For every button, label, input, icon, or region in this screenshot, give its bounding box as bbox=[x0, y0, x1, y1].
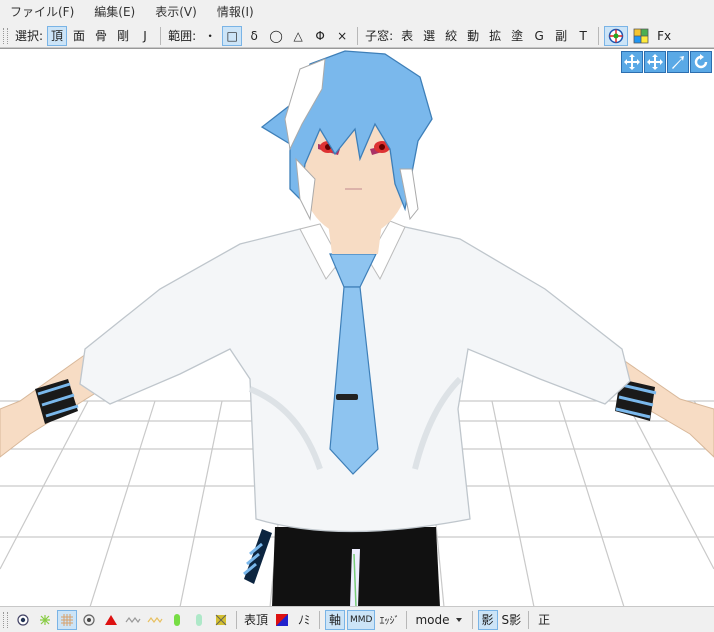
select-rigid-button[interactable]: 剛 bbox=[113, 26, 133, 46]
mode-label: mode bbox=[415, 612, 450, 627]
view-navigation bbox=[621, 51, 712, 73]
mint-capsule-icon bbox=[196, 613, 202, 626]
capsule-mode-button[interactable] bbox=[167, 610, 187, 630]
pattern-icon bbox=[215, 614, 227, 625]
toolbar-separator bbox=[406, 610, 408, 629]
point-mode-button[interactable] bbox=[13, 610, 33, 630]
yellow-wave-icon bbox=[147, 616, 163, 623]
range-delta-button[interactable]: δ bbox=[244, 26, 264, 46]
child-table-button[interactable]: 表 bbox=[397, 26, 417, 46]
pan-view-button[interactable] bbox=[621, 51, 643, 73]
triangle-mode-button[interactable] bbox=[101, 610, 121, 630]
select-joint-button[interactable]: J bbox=[135, 26, 155, 46]
crosshair-icon bbox=[608, 28, 624, 43]
diagonal-arrow-icon bbox=[672, 56, 684, 69]
range-point-button[interactable]: ・ bbox=[200, 26, 220, 46]
dropdown-arrow-icon bbox=[455, 617, 462, 622]
child-select-button[interactable]: 選 bbox=[419, 26, 439, 46]
menu-file[interactable]: ファイル(F) bbox=[0, 0, 84, 24]
circle-dot-icon bbox=[83, 613, 95, 626]
grid-view-button[interactable] bbox=[630, 26, 652, 46]
zoom-view-button[interactable] bbox=[667, 51, 689, 73]
rotate-view-button[interactable] bbox=[690, 51, 712, 73]
toolbar-separator bbox=[319, 610, 321, 629]
grid-mode-button[interactable] bbox=[57, 609, 77, 630]
spark-icon bbox=[40, 614, 50, 625]
target-view-button[interactable] bbox=[604, 25, 629, 46]
toolbar-grip[interactable] bbox=[3, 27, 8, 44]
range-phi-button[interactable]: Φ bbox=[310, 26, 330, 46]
capsule-alt-button[interactable] bbox=[189, 610, 209, 630]
move-arrows-icon bbox=[647, 54, 663, 70]
move-view-button[interactable] bbox=[644, 51, 666, 73]
axis-toggle-button[interactable]: 軸 bbox=[325, 609, 346, 630]
range-rect-button[interactable]: □ bbox=[222, 25, 243, 46]
grid-dots-icon bbox=[61, 613, 73, 626]
child-paint-button[interactable]: 塗 bbox=[507, 26, 527, 46]
red-triangle-icon bbox=[105, 614, 117, 625]
menu-edit[interactable]: 編集(E) bbox=[84, 0, 145, 24]
toolbar-separator bbox=[236, 610, 237, 629]
wire-mode-button[interactable] bbox=[35, 610, 55, 630]
child-filter-button[interactable]: 絞 bbox=[441, 26, 461, 46]
target-dot-icon bbox=[17, 613, 29, 626]
vertex-display-button[interactable]: 表頂 bbox=[242, 610, 270, 630]
range-cross-button[interactable]: × bbox=[332, 26, 352, 46]
self-shadow-toggle-button[interactable]: S影 bbox=[500, 610, 524, 630]
select-face-button[interactable]: 面 bbox=[69, 26, 89, 46]
toolbar-separator bbox=[471, 610, 473, 629]
vertex-mode-button[interactable] bbox=[79, 610, 99, 630]
toolbar-separator bbox=[357, 26, 359, 45]
rotate-icon bbox=[694, 54, 708, 69]
fx-button[interactable]: Fx bbox=[654, 26, 674, 46]
select-label: 選択: bbox=[15, 29, 44, 43]
pattern-mode-button[interactable] bbox=[211, 610, 231, 630]
color-swatch-icon bbox=[276, 613, 289, 626]
toolbar-separator bbox=[528, 610, 530, 629]
range-label: 範囲: bbox=[168, 29, 197, 43]
range-triangle-button[interactable]: △ bbox=[288, 26, 308, 46]
shadow-toggle-button[interactable]: 影 bbox=[477, 609, 498, 630]
menu-view[interactable]: 表示(V) bbox=[145, 0, 207, 24]
material-color-button[interactable] bbox=[272, 610, 292, 630]
menu-info[interactable]: 情報(I) bbox=[207, 0, 264, 24]
3d-viewport[interactable] bbox=[0, 48, 714, 606]
select-bone-button[interactable]: 骨 bbox=[91, 26, 111, 46]
green-capsule-icon bbox=[174, 613, 180, 626]
child-g-button[interactable]: G bbox=[529, 26, 549, 46]
wave-mode-button[interactable] bbox=[123, 610, 143, 630]
toolbar-separator bbox=[160, 26, 162, 45]
wave-icon bbox=[125, 616, 141, 623]
mode-dropdown[interactable]: mode bbox=[411, 613, 467, 627]
child-scale-button[interactable]: 拡 bbox=[485, 26, 505, 46]
toolbar-separator bbox=[598, 26, 600, 45]
material-only-button[interactable]: ﾉﾐ bbox=[294, 610, 314, 630]
menu-bar: ファイル(F) 編集(E) 表示(V) 情報(I) bbox=[0, 0, 714, 24]
main-toolbar: 選択: 頂 面 骨 剛 J 範囲: ・ □ δ ◯ △ Φ × 子窓: 表 選 … bbox=[0, 24, 714, 48]
child-sub-button[interactable]: 副 bbox=[551, 26, 571, 46]
model-scene bbox=[0, 50, 714, 606]
edge-toggle-button[interactable]: ｴｯｼﾞ bbox=[377, 610, 401, 630]
bone-mode-button[interactable] bbox=[145, 610, 165, 630]
child-move-button[interactable]: 動 bbox=[463, 26, 483, 46]
select-vertex-button[interactable]: 頂 bbox=[47, 25, 68, 46]
child-window-label: 子窓: bbox=[365, 29, 394, 43]
grid-icon bbox=[633, 28, 649, 43]
pan-arrows-icon bbox=[624, 54, 640, 70]
toolbar-grip[interactable] bbox=[3, 611, 8, 628]
mmd-toggle-button[interactable]: MMD bbox=[347, 609, 376, 630]
bottom-toolbar: 表頂 ﾉﾐ 軸 MMD ｴｯｼﾞ mode 影 S影 正 bbox=[0, 606, 714, 632]
range-circle-button[interactable]: ◯ bbox=[266, 26, 286, 46]
ortho-toggle-button[interactable]: 正 bbox=[534, 610, 554, 630]
child-t-button[interactable]: T bbox=[573, 26, 593, 46]
